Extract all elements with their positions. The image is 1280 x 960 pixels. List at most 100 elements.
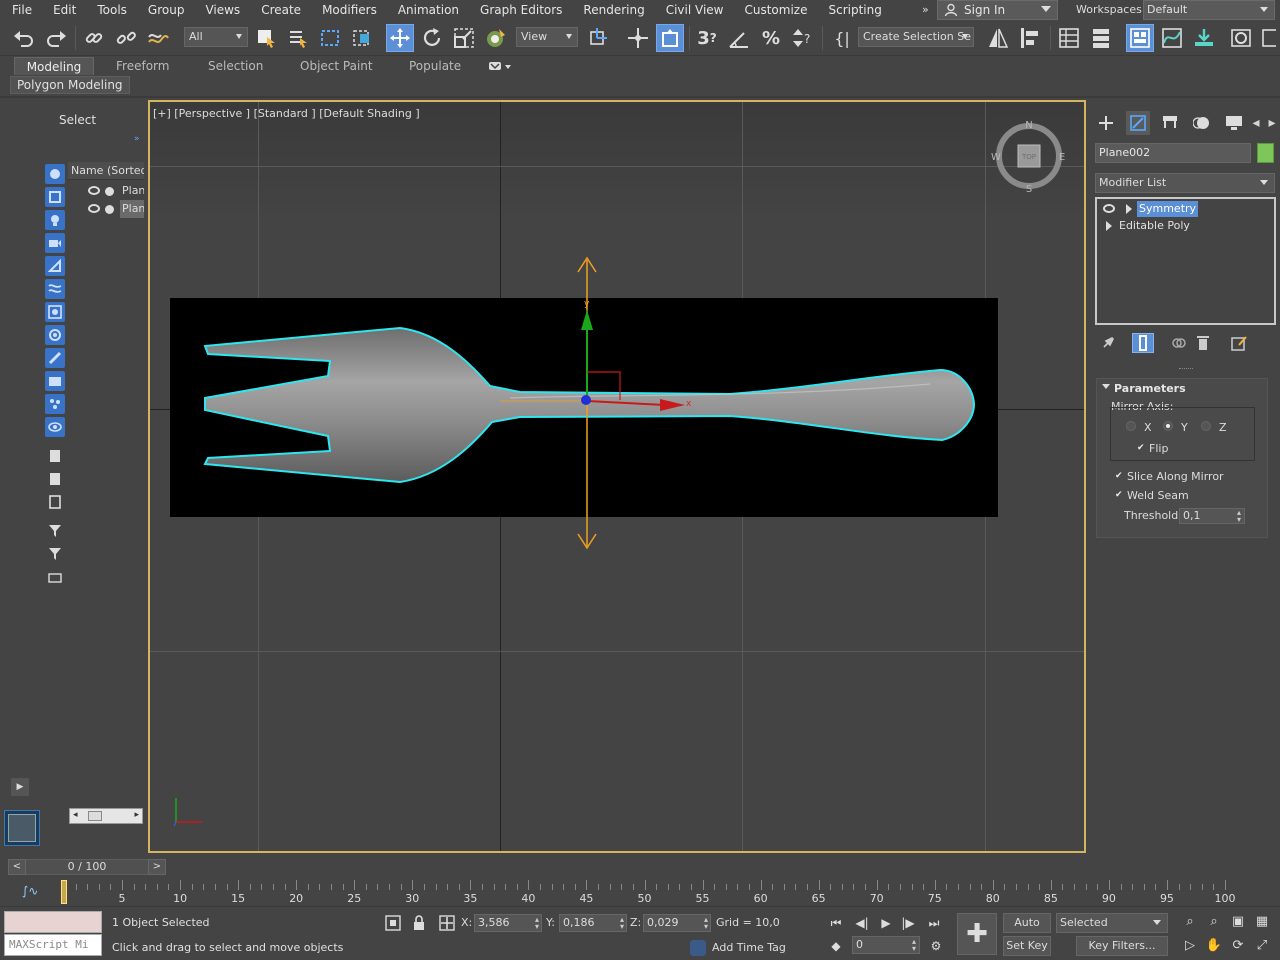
configure-modifier-sets-icon[interactable]: [1228, 333, 1250, 353]
toggle-ribbon-icon[interactable]: [1126, 24, 1154, 52]
auto-key-button[interactable]: Auto Key: [1003, 913, 1051, 947]
selection-filter-dropdown[interactable]: All: [184, 27, 248, 47]
tab-scroll-right-icon[interactable]: ▸: [1266, 111, 1278, 135]
display-particles-icon[interactable]: [45, 394, 65, 414]
scene-explorer-expand-icon[interactable]: ▶: [11, 778, 29, 796]
display-tab-icon[interactable]: [1222, 111, 1246, 135]
sign-in-dropdown[interactable]: Sign In: [937, 0, 1058, 20]
mirror-icon[interactable]: [984, 24, 1012, 52]
expand-triangle-icon[interactable]: [1126, 204, 1132, 214]
move-gizmo[interactable]: y x: [480, 250, 710, 560]
zoom-extents-icon[interactable]: ▣: [1228, 912, 1248, 932]
make-unique-icon[interactable]: [1168, 333, 1190, 353]
bind-spacewarp-icon[interactable]: [144, 24, 172, 52]
menu-civil-view[interactable]: Civil View: [655, 0, 734, 20]
next-frame-icon[interactable]: |▶: [898, 913, 918, 933]
scene-explorer-select-menu[interactable]: Select: [59, 113, 96, 127]
modifier-list-dropdown[interactable]: Modifier List: [1095, 173, 1275, 193]
add-time-tag-button[interactable]: Add Time Tag: [690, 938, 786, 958]
motion-tab-icon[interactable]: [1190, 111, 1214, 135]
display-xrefs-icon[interactable]: [45, 325, 65, 345]
stack-item-editable-poly[interactable]: Editable Poly: [1099, 218, 1274, 234]
layer-explorer-icon[interactable]: [1055, 24, 1083, 52]
named-selection-dropdown[interactable]: Create Selection Se: [858, 27, 974, 47]
display-none-icon[interactable]: [45, 469, 65, 489]
menu-overflow-icon[interactable]: »: [922, 3, 929, 16]
stack-item-symmetry[interactable]: Symmetry: [1099, 201, 1274, 217]
undo-icon[interactable]: [10, 24, 38, 52]
rect-region-icon[interactable]: [316, 24, 344, 52]
current-frame-field[interactable]: 0 ▴ ▾: [852, 936, 920, 954]
material-editor-icon[interactable]: [1227, 24, 1255, 52]
curve-editor-icon[interactable]: [1158, 24, 1186, 52]
viewcube[interactable]: TOP N S E W: [988, 118, 1070, 198]
menu-create[interactable]: Create: [250, 0, 311, 20]
display-groups-icon[interactable]: [45, 302, 65, 322]
display-shapes-icon[interactable]: [45, 187, 65, 207]
previous-frame-icon[interactable]: ◀|: [852, 913, 872, 933]
create-tab-icon[interactable]: [1094, 111, 1118, 135]
curve-editor-mini-icon[interactable]: ∫∿: [22, 884, 38, 898]
orbit-icon[interactable]: ⟳: [1228, 936, 1248, 956]
maxscript-listener-output[interactable]: [4, 911, 102, 933]
link-icon[interactable]: [80, 24, 108, 52]
display-spacewarps-icon[interactable]: [45, 279, 65, 299]
set-key-button[interactable]: Set Key: [1003, 936, 1051, 956]
z-coord-field[interactable]: 0,029 ▴ ▾: [643, 914, 711, 932]
scene-explorer-scrollbar[interactable]: ◂ ▸: [69, 808, 143, 824]
zoom-extents-all-icon[interactable]: ▦: [1252, 912, 1272, 932]
panel-grip[interactable]: [1179, 368, 1193, 370]
selection-set-dropdown[interactable]: Selected: [1056, 913, 1168, 933]
move-icon[interactable]: [386, 24, 414, 52]
time-slider-prev-icon[interactable]: <: [8, 859, 26, 875]
polygon-modeling-panel[interactable]: Polygon Modeling: [10, 76, 130, 94]
place-icon[interactable]: [482, 24, 510, 52]
ribbon-options-icon[interactable]: [488, 59, 512, 73]
maximize-viewport-icon[interactable]: ⤢: [1252, 936, 1272, 956]
axis-y-radio[interactable]: [1163, 421, 1173, 431]
tab-scroll-left-icon[interactable]: ◂: [1250, 111, 1262, 135]
display-visible-icon[interactable]: [45, 417, 65, 437]
display-lights-icon[interactable]: [45, 210, 65, 230]
rotate-icon[interactable]: [418, 24, 446, 52]
menu-customize[interactable]: Customize: [733, 0, 817, 20]
absolute-mode-transform-icon[interactable]: [438, 914, 456, 932]
menu-tools[interactable]: Tools: [86, 0, 137, 20]
visibility-eye-icon[interactable]: [88, 204, 100, 213]
maxscript-mini-listener-input[interactable]: MAXScript Mi: [4, 934, 102, 956]
tab-object-paint[interactable]: Object Paint: [292, 57, 381, 75]
redo-icon[interactable]: [42, 24, 70, 52]
rollout-collapse-icon[interactable]: [1102, 384, 1110, 389]
weld-seam-checkbox[interactable]: ✔: [1115, 490, 1125, 500]
parameters-title[interactable]: Parameters: [1114, 382, 1186, 395]
menu-animation[interactable]: Animation: [387, 0, 469, 20]
goto-end-icon[interactable]: ⏭: [924, 913, 944, 933]
tab-populate[interactable]: Populate: [401, 57, 469, 75]
display-cameras-icon[interactable]: [45, 233, 65, 253]
display-bones-icon[interactable]: [45, 348, 65, 368]
selection-lock-icon[interactable]: [412, 914, 426, 932]
select-by-name-icon[interactable]: [284, 24, 312, 52]
keyboard-shortcut-override-icon[interactable]: [656, 24, 684, 52]
visibility-eye-icon[interactable]: [88, 186, 100, 195]
scene-explorer-icon[interactable]: [1087, 24, 1115, 52]
align-icon[interactable]: [1016, 24, 1044, 52]
snap-3d-icon[interactable]: 3?: [693, 24, 721, 52]
hierarchy-tab-icon[interactable]: [1158, 111, 1182, 135]
filter-settings-icon[interactable]: [45, 521, 65, 541]
play-icon[interactable]: ▶: [876, 913, 896, 933]
menu-modifiers[interactable]: Modifiers: [311, 0, 387, 20]
pivot-icon[interactable]: [586, 24, 614, 52]
tab-freeform[interactable]: Freeform: [108, 57, 177, 75]
scene-explorer-collapse-icon[interactable]: »: [134, 134, 140, 144]
menu-file[interactable]: File: [0, 0, 42, 20]
modify-tab-icon[interactable]: [1126, 111, 1150, 135]
threshold-spinner[interactable]: 0,1 ▴ ▾: [1179, 508, 1245, 524]
schematic-view-icon[interactable]: [1190, 24, 1218, 52]
zoom-icon[interactable]: ⌕: [1180, 912, 1200, 932]
scene-row-selected[interactable]: Plan: [68, 200, 144, 218]
remove-modifier-icon[interactable]: [1192, 333, 1214, 353]
menu-views[interactable]: Views: [194, 0, 250, 20]
display-containers-icon[interactable]: [45, 371, 65, 391]
slice-along-mirror-checkbox[interactable]: ✔: [1115, 471, 1125, 481]
